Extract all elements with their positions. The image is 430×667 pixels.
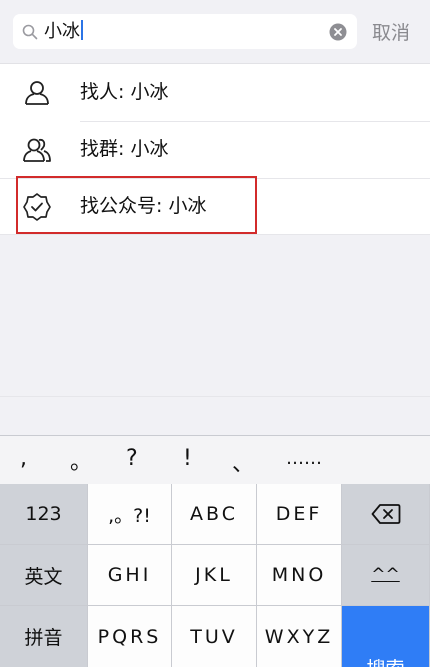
key-numbers[interactable]: 123	[0, 484, 88, 545]
result-label: 找群: 小冰	[80, 138, 169, 160]
key-label: ,。?!	[108, 504, 151, 527]
pinyin-keyboard: , 。 ? ! 、 …… 123 ,。?! ABC DEF 英文 GHI JKL…	[0, 435, 430, 667]
key-label: WXYZ	[264, 625, 334, 648]
search-bar: 小冰 取消	[0, 0, 430, 64]
key-mno[interactable]: MNO	[257, 545, 342, 606]
punctuation-bar: , 。 ? ! 、 ……	[0, 436, 430, 484]
key-wxyz[interactable]: WXYZ	[257, 606, 342, 667]
key-label: 英文	[24, 565, 63, 588]
empty-area	[0, 235, 430, 435]
punct-key[interactable]: 、	[232, 446, 254, 478]
key-label: GHI	[107, 564, 152, 586]
search-query: 小冰	[44, 21, 80, 42]
backspace-icon	[371, 504, 400, 524]
key-label: PQRS	[97, 625, 162, 648]
divider	[0, 396, 430, 397]
search-field[interactable]: 小冰	[13, 14, 357, 49]
key-punctuation[interactable]: ,。?!	[88, 484, 172, 545]
key-abc[interactable]: ABC	[172, 484, 257, 545]
search-input[interactable]: 小冰	[44, 20, 83, 43]
result-find-person[interactable]: 找人: 小冰	[0, 64, 430, 121]
key-english[interactable]: 英文	[0, 545, 88, 606]
punct-key[interactable]: !	[183, 446, 192, 471]
key-tuv[interactable]: TUV	[172, 606, 257, 667]
search-icon	[22, 24, 38, 40]
key-grid: 123 ,。?! ABC DEF 英文 GHI JKL MNO ^^ 拼音 PQ…	[0, 484, 430, 667]
key-label: 拼音	[24, 627, 63, 649]
key-search[interactable]: 搜索	[342, 606, 430, 667]
punct-key[interactable]: ……	[286, 448, 322, 469]
punct-key[interactable]: 。	[70, 444, 92, 476]
key-ghi[interactable]: GHI	[88, 545, 172, 606]
result-label: 找人: 小冰	[80, 81, 169, 103]
key-label: ABC	[190, 503, 238, 525]
text-caret	[81, 20, 83, 40]
highlight-box	[16, 176, 257, 234]
person-icon	[25, 81, 49, 105]
key-label: MNO	[271, 564, 327, 586]
clear-icon[interactable]	[329, 23, 347, 41]
punct-key[interactable]: ?	[126, 446, 138, 471]
key-label: DEF	[275, 503, 323, 525]
key-label: JKL	[195, 564, 233, 586]
key-def[interactable]: DEF	[257, 484, 342, 545]
key-pqrs[interactable]: PQRS	[88, 606, 172, 667]
cancel-button[interactable]: 取消	[372, 18, 410, 45]
key-pinyin[interactable]: 拼音	[0, 606, 88, 667]
group-icon	[23, 138, 51, 162]
key-emoticon[interactable]: ^^	[342, 545, 430, 606]
key-label: 123	[25, 503, 62, 525]
punct-key[interactable]: ,	[20, 446, 27, 471]
key-jkl[interactable]: JKL	[172, 545, 257, 606]
key-label: TUV	[190, 625, 238, 648]
result-find-group[interactable]: 找群: 小冰	[0, 121, 430, 178]
key-label: 搜索	[366, 654, 404, 667]
key-label: ^^	[371, 565, 400, 585]
key-backspace[interactable]	[342, 484, 430, 545]
